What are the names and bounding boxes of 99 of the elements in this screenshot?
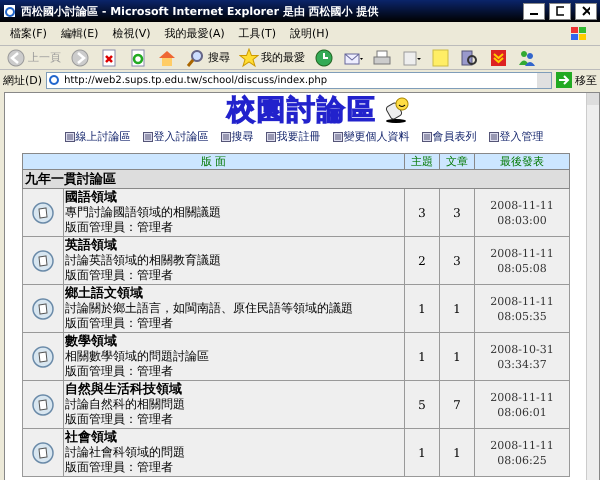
forum-icon (32, 394, 54, 416)
address-field[interactable]: http://web2.sups.tp.edu.tw/school/discuss/index.php (46, 72, 552, 88)
forum-name-link[interactable]: 鄉土語文領域 (65, 286, 403, 301)
post-count: 1 (440, 428, 474, 476)
menu-item[interactable]: 說明(H) (290, 26, 329, 41)
menu-item[interactable]: 編輯(E) (60, 26, 98, 41)
favorites-button[interactable]: 我的最愛 (237, 48, 307, 68)
back-icon (6, 48, 26, 68)
menu-item[interactable]: 工具(T) (238, 26, 276, 41)
forum-description: 專門討論國語領域的相關議題 (65, 205, 222, 220)
print-icon (372, 48, 392, 68)
history-icon (314, 48, 334, 68)
forum-logo-title: 校園討論區 (227, 92, 377, 128)
arrow-icon (556, 72, 572, 88)
forum-name-link[interactable]: 社會領域 (65, 430, 403, 445)
favorites-icon (239, 48, 259, 68)
column-header: 版 面 (22, 154, 404, 170)
column-header: 主題 (404, 154, 440, 170)
forum-icon (32, 202, 54, 224)
list-icon (266, 132, 276, 142)
scrollbar[interactable] (586, 93, 599, 480)
post-count: 3 (440, 188, 474, 236)
list-icon (64, 132, 74, 142)
page-icon (3, 4, 17, 18)
list-icon (220, 132, 230, 142)
menu-item[interactable]: 檢視(V) (112, 26, 151, 41)
column-header: 文章 (440, 154, 474, 170)
forum-name-link[interactable]: 國語領域 (65, 190, 403, 205)
nav-link[interactable]: 變更個人資料 (332, 129, 410, 144)
forum-icon (32, 346, 54, 368)
nav-link[interactable]: 登入討論區 (142, 129, 208, 144)
nav-link[interactable]: 會員表列 (422, 129, 476, 144)
category-header: 九年一貫討論區 (22, 170, 570, 188)
address-label: 網址(D) (3, 72, 42, 88)
last-post-time: 08:06:01 (496, 404, 548, 420)
minimize-icon (530, 13, 538, 15)
post-count: 1 (440, 332, 474, 380)
forum-name-link[interactable]: 數學領域 (65, 334, 403, 349)
smiley-icon (383, 96, 411, 124)
close-icon (582, 6, 590, 16)
topic-count: 2 (404, 236, 440, 284)
forward-icon (70, 48, 90, 68)
maximize-icon (556, 6, 564, 16)
go-button[interactable]: 移至 (556, 72, 597, 88)
last-post-date: 2008-11-11 (489, 438, 555, 452)
forum-moderator: 版面管理員：管理者 (65, 220, 174, 235)
minimize-button[interactable] (523, 2, 545, 20)
last-post-time: 08:05:08 (496, 260, 548, 276)
forum-description: 討論社會科領域的問題 (65, 445, 186, 460)
last-post-time: 08:03:00 (496, 212, 548, 228)
last-post-time: 08:06:25 (496, 452, 548, 468)
list-icon (332, 132, 342, 142)
forum-moderator: 版面管理員：管理者 (65, 364, 174, 379)
topic-count: 3 (404, 188, 440, 236)
forum-icon (32, 442, 54, 464)
forum-description: 討論關於鄉土語言，如閩南語、原住民語等領域的議題 (65, 301, 354, 316)
topic-count: 1 (404, 428, 440, 476)
forum-description: 相關數學領域的問題討論區 (65, 349, 210, 364)
post-count: 1 (440, 284, 474, 332)
last-post-date: 2008-11-11 (489, 246, 555, 260)
post-count: 3 (440, 236, 474, 284)
search-icon (186, 48, 206, 68)
topic-count: 1 (404, 284, 440, 332)
forum-name-link[interactable]: 英語領域 (65, 238, 403, 253)
forum-moderator: 版面管理員：管理者 (65, 316, 174, 331)
download-icon (488, 48, 508, 68)
list-icon (422, 132, 432, 142)
note-icon (430, 48, 450, 68)
nav-link[interactable]: 我要註冊 (266, 129, 320, 144)
list-icon (488, 132, 498, 142)
close-button[interactable] (575, 2, 597, 20)
forum-icon (32, 298, 54, 320)
maximize-button[interactable] (549, 2, 571, 20)
topic-count: 1 (404, 332, 440, 380)
forum-moderator: 版面管理員：管理者 (65, 268, 174, 283)
post-count: 7 (440, 380, 474, 428)
column-header: 最後發表 (474, 154, 570, 170)
menu-item[interactable]: 我的最愛(A) (164, 26, 225, 41)
last-post-date: 2008-11-11 (489, 294, 555, 308)
last-post-date: 2008-11-11 (489, 198, 555, 212)
last-post-date: 2008-11-11 (489, 390, 555, 404)
last-post-time: 03:34:37 (496, 356, 548, 372)
forum-icon (32, 250, 54, 272)
forum-description: 討論自然科的相關問題 (65, 397, 186, 412)
menu-item[interactable]: 檔案(F) (10, 26, 47, 41)
search-button[interactable]: 搜尋 (184, 48, 232, 68)
last-post-date: 2008-10-31 (489, 342, 555, 356)
nav-link[interactable]: 線上討論區 (64, 129, 130, 144)
list-icon (142, 132, 152, 142)
nav-link[interactable]: 登入管理 (488, 129, 544, 144)
last-post-time: 08:05:35 (496, 308, 548, 324)
nav-link[interactable]: 搜尋 (220, 129, 254, 144)
page-icon (47, 73, 62, 87)
window-title: 西松國小討論區 - Microsoft Internet Explorer 是由 西松國小 提供 (21, 4, 380, 18)
forum-moderator: 版面管理員：管理者 (65, 460, 174, 475)
forum-name-link[interactable]: 自然與生活科技領域 (65, 382, 403, 397)
forum-description: 討論英語領域的相關教育議題 (65, 253, 222, 268)
forum-moderator: 版面管理員：管理者 (65, 412, 174, 427)
topic-count: 5 (404, 380, 440, 428)
